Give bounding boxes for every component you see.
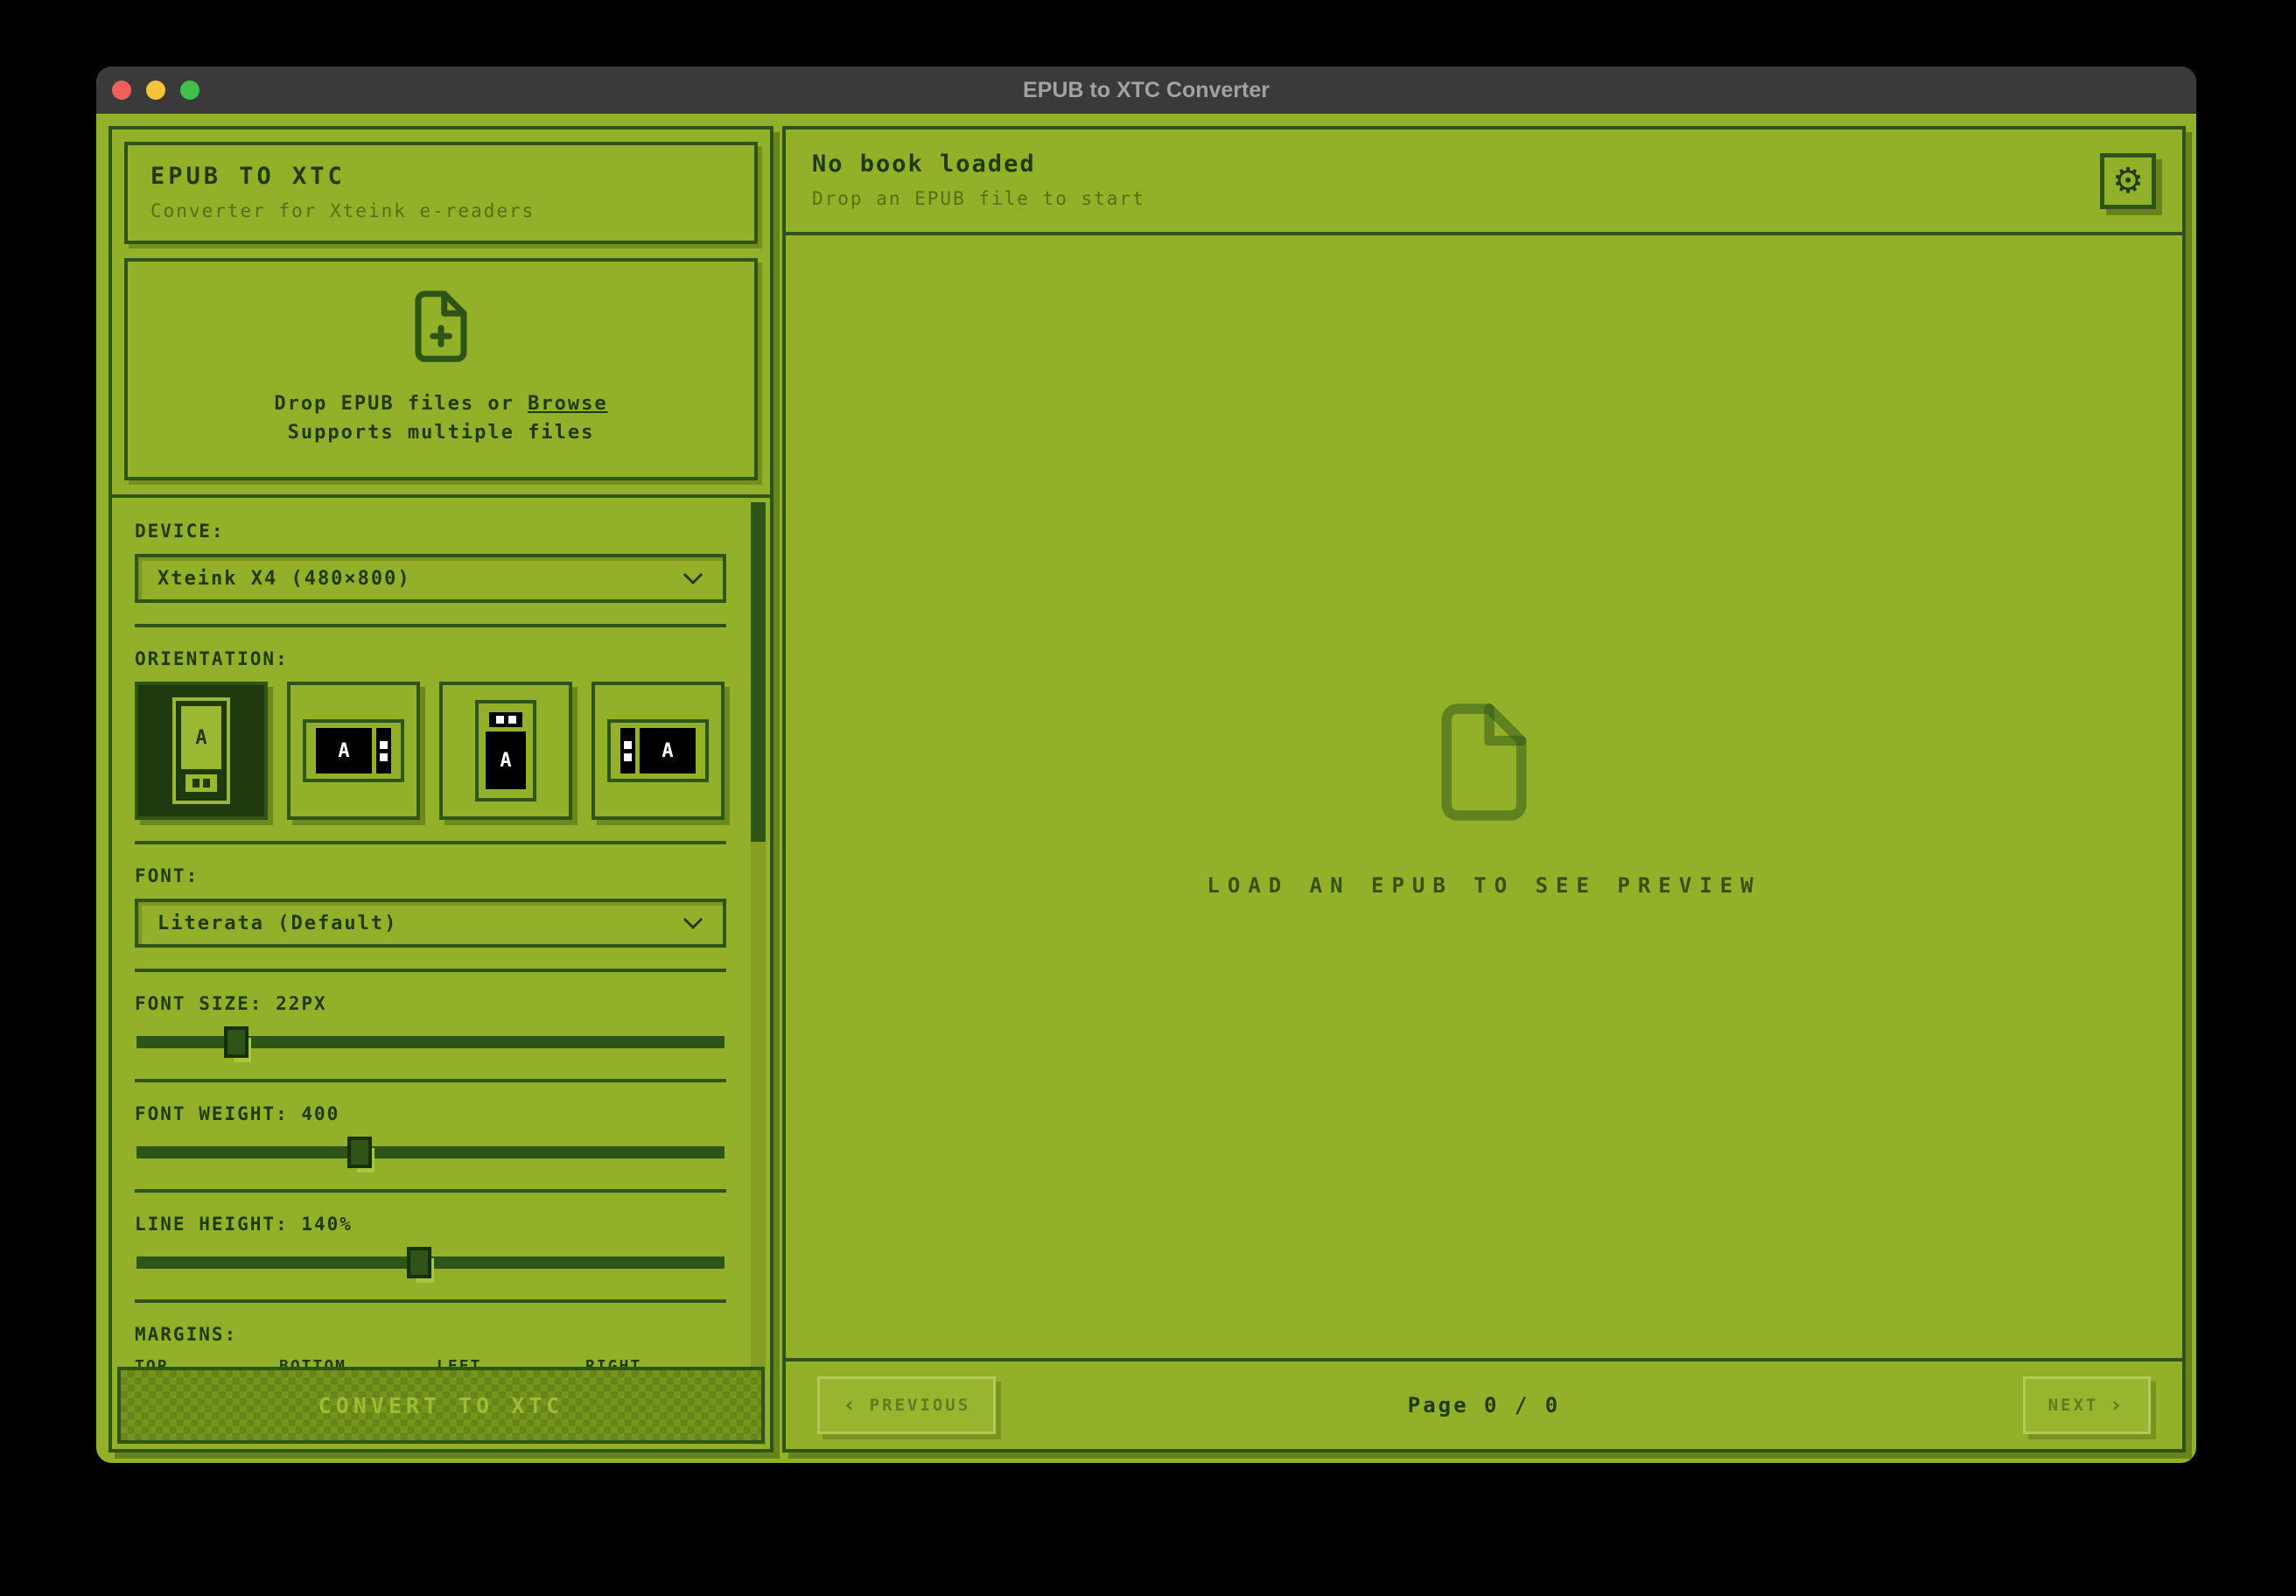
settings-button[interactable]: ⚙ (2100, 153, 2156, 209)
app-title: EPUB TO XTC (150, 163, 732, 190)
traffic-lights (112, 66, 200, 114)
close-button[interactable] (112, 80, 131, 100)
line-height-slider[interactable] (136, 1247, 724, 1278)
orientation-portrait-button[interactable]: A (135, 682, 268, 820)
next-page-button[interactable]: NEXT › (2023, 1376, 2151, 1434)
line-height-label: LINE HEIGHT: 140% (135, 1214, 726, 1235)
settings-section: DEVICE: Xteink X4 (480×800) ORIENTATION: (112, 494, 770, 1449)
device-landscape-flipped-icon: A (607, 719, 709, 782)
preview-empty-text: LOAD AN EPUB TO SEE PREVIEW (1207, 873, 1760, 898)
font-size-slider[interactable] (136, 1026, 724, 1058)
dropzone-line1-prefix: Drop EPUB files or (274, 393, 528, 415)
divider (135, 1299, 726, 1303)
chevron-left-icon: ‹ (843, 1394, 859, 1417)
file-plus-icon (407, 286, 475, 370)
window-title: EPUB to XTC Converter (1023, 78, 1270, 103)
settings-scrollbar[interactable] (751, 502, 766, 1445)
titlebar[interactable]: EPUB to XTC Converter (96, 66, 2196, 114)
device-select[interactable]: Xteink X4 (480×800) (135, 554, 726, 603)
app-subtitle: Converter for Xteink e-readers (150, 200, 732, 221)
chevron-down-icon (682, 568, 704, 590)
app-content: EPUB TO XTC Converter for Xteink e-reade… (96, 114, 2196, 1463)
dropzone-line2: Supports multiple files (136, 418, 746, 447)
sidebar-panel: EPUB TO XTC Converter for Xteink e-reade… (108, 126, 774, 1452)
orientation-label: ORIENTATION: (135, 648, 726, 669)
chevron-right-icon: › (2109, 1394, 2125, 1417)
font-weight-slider-thumb[interactable] (347, 1137, 372, 1168)
line-height-slider-thumb[interactable] (407, 1247, 431, 1278)
font-size-slider-thumb[interactable] (224, 1026, 248, 1058)
epub-dropzone[interactable]: Drop EPUB files or Browse Supports multi… (124, 258, 758, 480)
book-status-title: No book loaded (812, 150, 2156, 178)
divider (135, 624, 726, 627)
device-portrait-flipped-icon: A (475, 700, 536, 802)
dropzone-text: Drop EPUB files or Browse Supports multi… (136, 389, 746, 447)
desktop: EPUB to XTC Converter EPUB TO XTC Conver… (0, 0, 2296, 1596)
margins-label: MARGINS: (135, 1324, 726, 1345)
sidebar-header: EPUB TO XTC Converter for Xteink e-reade… (124, 142, 758, 244)
orientation-portrait-flipped-button[interactable]: A (439, 682, 572, 820)
slider-track[interactable] (136, 1146, 724, 1158)
preview-empty-state: LOAD AN EPUB TO SEE PREVIEW (786, 235, 2182, 1358)
browse-link[interactable]: Browse (528, 393, 607, 415)
device-select-value: Xteink X4 (480×800) (158, 568, 411, 590)
divider (135, 841, 726, 844)
font-label: FONT: (135, 865, 726, 886)
dropzone-line1: Drop EPUB files or Browse (136, 389, 746, 418)
font-weight-slider[interactable] (136, 1137, 724, 1168)
next-button-label: NEXT (2048, 1396, 2099, 1415)
minimize-button[interactable] (146, 80, 165, 100)
font-select-value: Literata (Default) (158, 913, 397, 934)
device-landscape-icon: A (303, 719, 404, 782)
divider (135, 1189, 726, 1193)
font-weight-label: FONT WEIGHT: 400 (135, 1103, 726, 1124)
convert-button[interactable]: CONVERT TO XTC (117, 1367, 765, 1444)
device-label: DEVICE: (135, 521, 726, 542)
orientation-landscape-flipped-button[interactable]: A (592, 682, 724, 820)
divider (135, 1079, 726, 1082)
settings-scroll-area: DEVICE: Xteink X4 (480×800) ORIENTATION: (112, 498, 770, 1376)
font-select[interactable]: Literata (Default) (135, 899, 726, 948)
previous-page-button[interactable]: ‹ PREVIOUS (817, 1376, 996, 1434)
orientation-options: A A (135, 682, 726, 820)
divider (135, 969, 726, 972)
zoom-button[interactable] (180, 80, 200, 100)
gear-icon: ⚙ (2112, 164, 2144, 199)
device-portrait-icon: A (172, 697, 230, 804)
orientation-landscape-button[interactable]: A (287, 682, 420, 820)
chevron-down-icon (682, 913, 704, 934)
app-window: EPUB to XTC Converter EPUB TO XTC Conver… (96, 66, 2196, 1463)
book-status-subtitle: Drop an EPUB file to start (812, 188, 2156, 209)
preview-footer: ‹ PREVIOUS Page 0 / 0 NEXT › (786, 1358, 2182, 1449)
settings-scrollbar-thumb[interactable] (751, 502, 766, 842)
preview-panel: No book loaded Drop an EPUB file to star… (782, 126, 2186, 1452)
file-icon (1428, 696, 1540, 831)
previous-button-label: PREVIOUS (870, 1396, 971, 1415)
page-indicator: Page 0 / 0 (1408, 1393, 1561, 1418)
font-size-label: FONT SIZE: 22PX (135, 993, 726, 1014)
preview-header: No book loaded Drop an EPUB file to star… (786, 130, 2182, 235)
